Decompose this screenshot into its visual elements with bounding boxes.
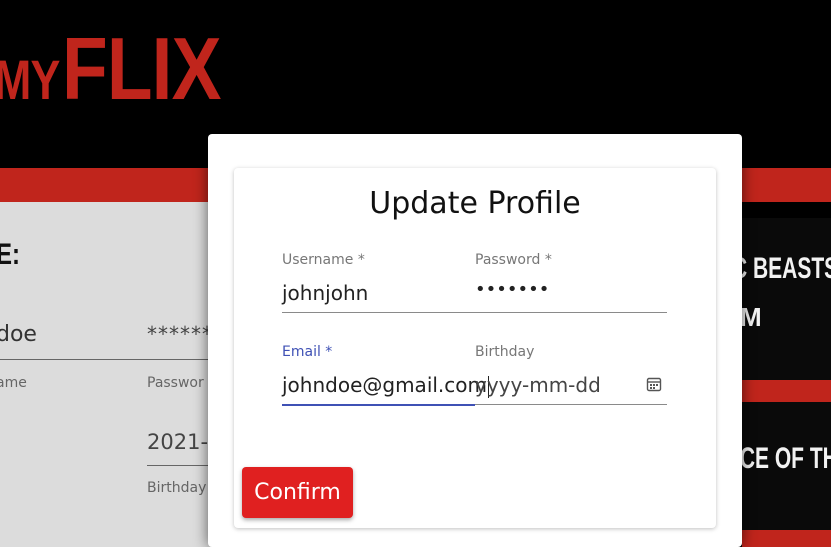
profile-username-label: ame: [0, 375, 27, 391]
movie-title-2[interactable]: ICE OF THE: [734, 442, 831, 476]
divider: [0, 359, 240, 360]
calendar-icon[interactable]: [646, 376, 662, 392]
birthday-label: Birthday: [475, 344, 535, 360]
logo-prefix: MY: [0, 48, 60, 111]
username-underline: [282, 312, 476, 313]
profile-heading: E:: [0, 238, 20, 271]
profile-password-value: ******: [147, 322, 213, 346]
password-underline: [475, 312, 667, 313]
movie-title-1[interactable]: C BEASTS A: [732, 252, 831, 286]
favorites-separator: [742, 530, 831, 547]
birthday-field[interactable]: yyyy-mm-dd: [475, 373, 601, 397]
email-value: johndoe@gmail.com: [282, 373, 487, 397]
logo-main: FLIX: [62, 19, 222, 118]
profile-birthday-label: Birthday: [147, 480, 207, 496]
username-field[interactable]: johnjohn: [282, 281, 368, 305]
email-underline: [282, 404, 475, 406]
dialog-title: Update Profile: [369, 186, 581, 221]
email-field[interactable]: johndoe@gmail.com: [282, 373, 489, 398]
movie-title-1-line2[interactable]: M: [740, 302, 762, 333]
myflix-logo[interactable]: MYFLIX: [0, 18, 249, 120]
favorites-separator: [742, 380, 831, 402]
profile-password-label: Passwor: [147, 375, 204, 391]
password-field[interactable]: •••••••: [475, 279, 549, 300]
password-label: Password *: [475, 252, 552, 268]
email-label: Email *: [282, 344, 333, 360]
username-label: Username *: [282, 252, 365, 268]
confirm-button[interactable]: Confirm: [242, 467, 353, 518]
birthday-underline: [475, 404, 667, 405]
profile-username-value: doe: [0, 322, 37, 347]
